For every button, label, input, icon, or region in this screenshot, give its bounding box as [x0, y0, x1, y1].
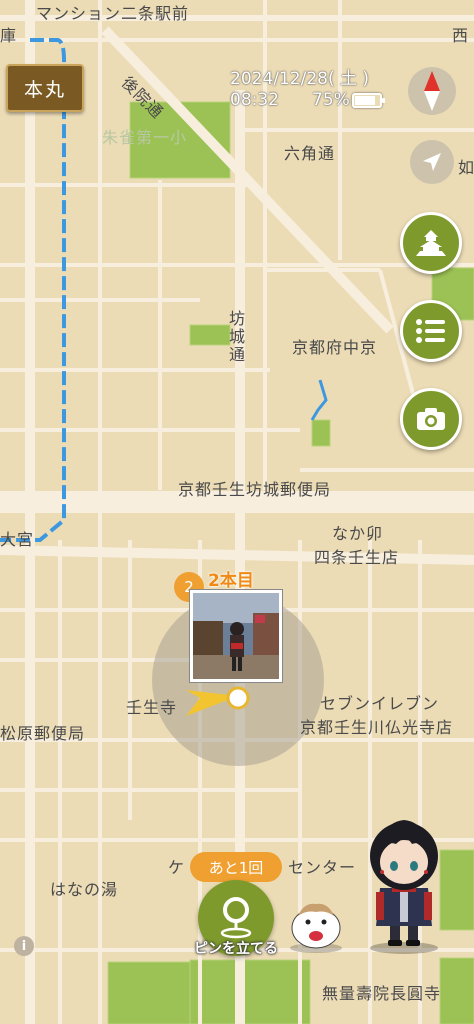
castle-icon — [416, 230, 446, 256]
date-text: 2024/12/28( 土 ) — [230, 69, 370, 89]
map-label-matsubara-post: 松原郵便局 — [0, 724, 86, 743]
map-label-top-mansion: マンション二条駅前 — [36, 4, 190, 23]
map-label-center: センター — [288, 858, 357, 877]
map-label-right-partial: 如 — [458, 158, 474, 177]
map-label-center-partial: ケ — [168, 858, 186, 877]
pin-icon — [220, 897, 252, 939]
battery-percent: 75% — [312, 90, 350, 110]
map-label-post-office-mibu: 京都壬生坊城郵便局 — [178, 480, 332, 499]
map-label-seven-line2: 京都壬生川仏光寺店 — [300, 718, 454, 737]
time-text: 08:32 — [230, 90, 279, 110]
pin-number-label: 2本目 — [208, 571, 254, 591]
map-label-school: 朱雀第一小 — [102, 128, 188, 147]
chibi-character[interactable] — [362, 804, 446, 954]
info-icon[interactable]: i — [14, 936, 34, 956]
camera-button[interactable] — [400, 388, 462, 450]
list-menu-button[interactable] — [400, 300, 462, 362]
map-label-muryojuin: 無量壽院長圓寺 — [322, 984, 442, 1003]
location-arrow-icon — [423, 153, 441, 171]
map-label-top-right: 西 — [452, 26, 470, 45]
honmaru-label: 本丸 — [23, 78, 66, 101]
compass-button[interactable] — [408, 67, 456, 115]
map-label-omiya: 大宮 — [0, 530, 35, 549]
map-label-bojo-street: 坊城通 — [228, 309, 245, 364]
mascot-character[interactable] — [286, 896, 346, 954]
map-label-nakau-line1: なか卯 — [332, 524, 384, 543]
pin-photo-image — [193, 593, 279, 679]
current-location-button[interactable] — [410, 140, 454, 184]
honmaru-button[interactable]: 本丸 — [6, 64, 84, 112]
map-label-hanano-yu: はなの湯 — [50, 880, 119, 899]
map-label-top-left: 庫 — [0, 26, 18, 45]
pin-photo-thumbnail[interactable] — [189, 589, 283, 683]
list-icon — [416, 319, 445, 343]
compass-icon — [424, 71, 440, 111]
map-label-mibudera: 壬生寺 — [126, 698, 178, 717]
camera-icon — [417, 408, 445, 430]
remaining-count-badge: あと1回 — [190, 852, 282, 882]
place-pin-label: ピンを立てる — [194, 941, 278, 957]
battery-icon — [352, 93, 385, 108]
map-label-kyoto-fuchu: 京都府中京 — [292, 338, 378, 357]
map-label-nakau-line2: 四条壬生店 — [314, 548, 400, 567]
map-label-rokkaku-street: 六角通 — [284, 144, 336, 163]
map-label-seven-line1: セブンイレブン — [320, 694, 440, 713]
remaining-count-text: あと1回 — [208, 858, 264, 877]
castle-button[interactable] — [400, 212, 462, 274]
